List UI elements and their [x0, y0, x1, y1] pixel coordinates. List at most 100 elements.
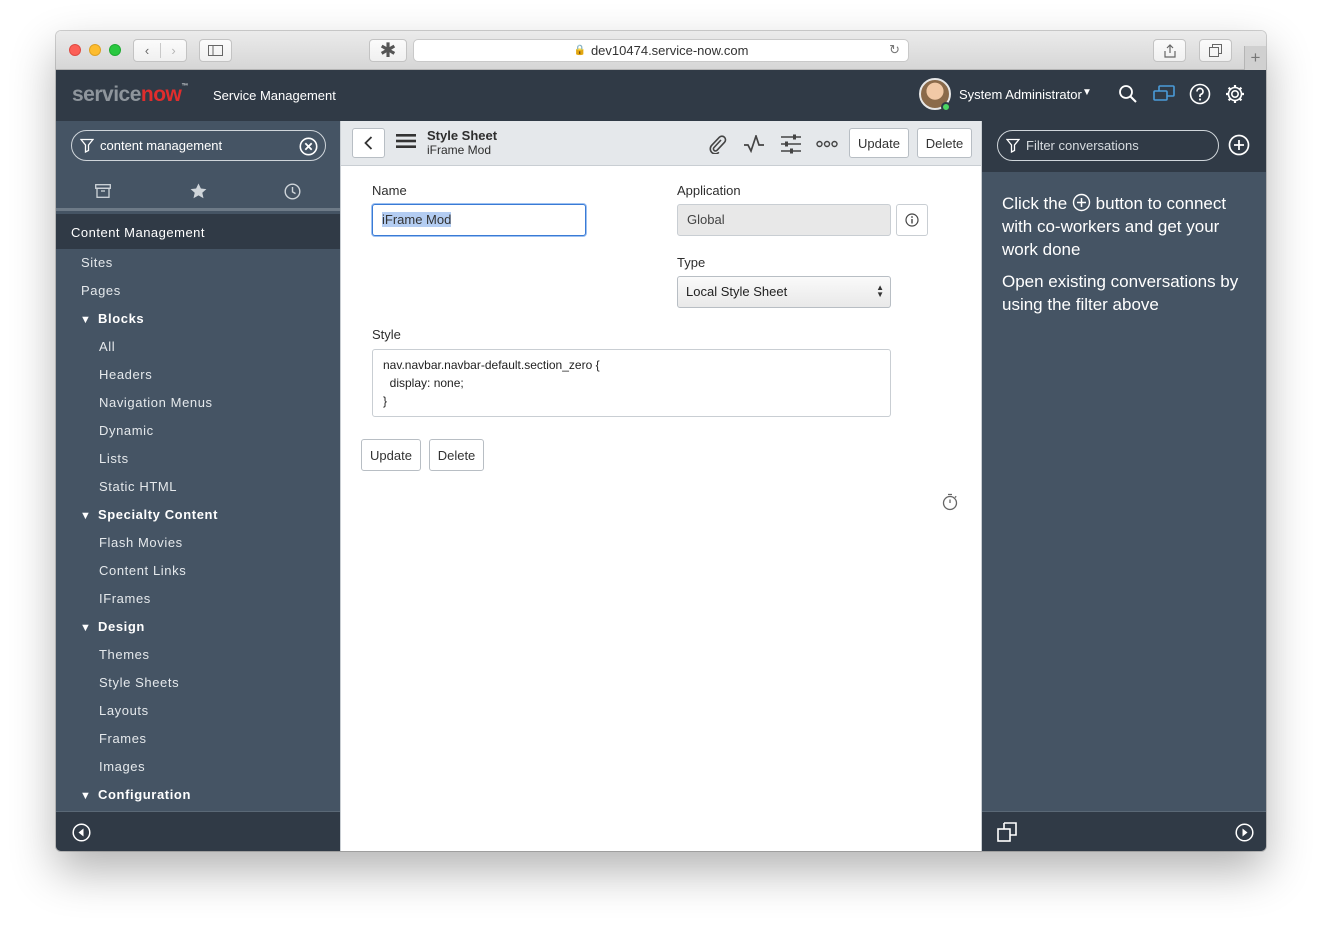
delete-button-header[interactable]: Delete: [917, 128, 972, 158]
filter-icon: [1006, 138, 1020, 153]
share-icon: [1163, 43, 1176, 58]
navigator-filter-input[interactable]: content management: [71, 130, 326, 161]
application-label: Application: [677, 183, 741, 198]
context-menu-icon[interactable]: [396, 133, 416, 149]
connect-sidebar-footer: [982, 811, 1266, 851]
collapse-sidebar-icon[interactable]: [1235, 823, 1254, 842]
filter-conversations-input[interactable]: Filter conversations: [997, 130, 1219, 161]
servicenow-logo[interactable]: servicenow™: [72, 83, 188, 107]
nav-section-content-management[interactable]: Content Management: [56, 214, 340, 249]
nav-module-item[interactable]: Headers: [99, 361, 152, 389]
nav-item-label: Style Sheets: [99, 675, 180, 690]
nav-module-item[interactable]: Style Sheets: [99, 669, 179, 697]
new-tab-button[interactable]: +: [1244, 46, 1266, 70]
style-textarea[interactable]: nav.navbar.navbar-default.section_zero {…: [372, 349, 891, 417]
activity-pulse-icon[interactable]: [742, 132, 766, 156]
show-tabs-button[interactable]: [1199, 39, 1232, 62]
type-select[interactable]: Local Style Sheet ▲ ▼: [677, 276, 891, 308]
gear-icon[interactable]: [1223, 82, 1247, 106]
nav-group-item[interactable]: ▼ Design: [80, 613, 145, 641]
favorites-star-icon[interactable]: [188, 181, 208, 201]
nav-item-label: Static HTML: [99, 479, 178, 494]
history-nav: ‹ ›: [133, 39, 187, 62]
minimize-window-button[interactable]: [89, 44, 101, 56]
nav-group-item[interactable]: ▼ Blocks: [80, 305, 144, 333]
sidebar-icon: [208, 45, 223, 56]
update-button[interactable]: Update: [361, 439, 421, 471]
user-menu[interactable]: System Administrator: [959, 87, 1082, 102]
nav-module-item[interactable]: Flash Movies: [99, 529, 183, 557]
nav-item-label: Design: [98, 619, 145, 634]
clear-filter-icon[interactable]: [299, 137, 318, 156]
nav-group-item[interactable]: ▼ Configuration: [80, 781, 191, 809]
nav-module-item[interactable]: Themes: [99, 641, 150, 669]
nav-module-item[interactable]: Sites: [81, 249, 113, 277]
nav-item-label: Pages: [81, 283, 121, 298]
main-content: Style Sheet iFrame Mod Update Delete Nam…: [340, 121, 982, 851]
nav-module-item[interactable]: Static HTML: [99, 473, 177, 501]
address-bar[interactable]: 🔒 dev10474.service-now.com ↻: [413, 39, 909, 62]
nav-item-label: Navigation Menus: [99, 395, 213, 410]
delete-button[interactable]: Delete: [429, 439, 484, 471]
nav-module-item[interactable]: Pages: [81, 277, 121, 305]
lock-icon: 🔒: [573, 45, 586, 56]
sidebar-toggle-button[interactable]: [199, 39, 232, 62]
nav-module-item[interactable]: Navigation Menus: [99, 389, 213, 417]
nav-item-label: Lists: [99, 451, 129, 466]
response-time-icon[interactable]: [942, 493, 958, 511]
nav-module-item[interactable]: IFrames: [99, 585, 151, 613]
search-icon[interactable]: [1116, 82, 1140, 106]
collapse-nav-icon[interactable]: [72, 823, 91, 842]
help-icon[interactable]: [1188, 82, 1212, 106]
nav-module-item[interactable]: All: [99, 333, 115, 361]
connect-sidebar: Filter conversations Click the button to…: [982, 121, 1266, 851]
browser-back-icon[interactable]: ‹: [134, 43, 160, 58]
connect-chat-icon[interactable]: [1152, 82, 1176, 106]
type-label: Type: [677, 255, 706, 270]
personalize-form-icon[interactable]: [779, 132, 803, 156]
reload-icon[interactable]: ↻: [889, 42, 900, 58]
form-header: Style Sheet iFrame Mod Update Delete: [341, 121, 981, 166]
expand-triangle-icon: ▼: [80, 790, 92, 802]
navigator-footer: [56, 811, 340, 851]
nav-module-item[interactable]: Dynamic: [99, 417, 154, 445]
nav-module-item[interactable]: Frames: [99, 725, 147, 753]
expand-triangle-icon: ▼: [80, 510, 92, 522]
chevron-left-icon: [364, 136, 373, 150]
nav-module-list: Sites Pages ▼ Blocks All Headers Navigation Me…: [56, 249, 340, 811]
pop-out-icon[interactable]: [997, 822, 1017, 842]
close-window-button[interactable]: [69, 44, 81, 56]
archive-icon[interactable]: [93, 181, 113, 201]
style-line: }: [383, 394, 388, 408]
update-button-header[interactable]: Update: [849, 128, 909, 158]
paperclip-icon[interactable]: [705, 132, 729, 156]
form-subtitle: iFrame Mod: [427, 143, 492, 157]
nav-module-item[interactable]: Layouts: [99, 697, 149, 725]
name-label: Name: [372, 183, 407, 198]
share-button[interactable]: [1153, 39, 1186, 62]
select-arrows-icon: ▲ ▼: [876, 283, 884, 299]
application-info-button[interactable]: [896, 204, 928, 236]
nav-module-item[interactable]: Lists: [99, 445, 129, 473]
connect-filter-hint: Open existing conversations by using the…: [1002, 272, 1239, 314]
expand-triangle-icon: ▼: [80, 622, 92, 634]
zoom-window-button[interactable]: [109, 44, 121, 56]
name-input-value: iFrame Mod: [382, 212, 452, 227]
name-input[interactable]: iFrame Mod: [372, 204, 586, 236]
nav-item-label: Flash Movies: [99, 535, 183, 550]
nav-item-label: Content Links: [99, 563, 187, 578]
more-options-icon[interactable]: [815, 132, 839, 156]
nav-group-item[interactable]: ▼ Specialty Content: [80, 501, 218, 529]
nav-module-item[interactable]: Content Links: [99, 557, 186, 585]
chevron-down-icon[interactable]: ▼: [1082, 87, 1092, 98]
nav-module-item[interactable]: Images: [99, 753, 145, 781]
add-conversation-icon[interactable]: [1228, 134, 1250, 156]
history-clock-icon[interactable]: [282, 181, 302, 201]
browser-forward-icon[interactable]: ›: [159, 43, 186, 58]
extension-button[interactable]: ✱: [369, 39, 407, 62]
nav-item-label: Specialty Content: [98, 507, 218, 522]
info-icon: [905, 213, 919, 227]
style-label: Style: [372, 327, 401, 342]
back-button[interactable]: [352, 128, 385, 158]
connect-empty-message: Click the button to connect with co-work…: [1002, 192, 1252, 325]
